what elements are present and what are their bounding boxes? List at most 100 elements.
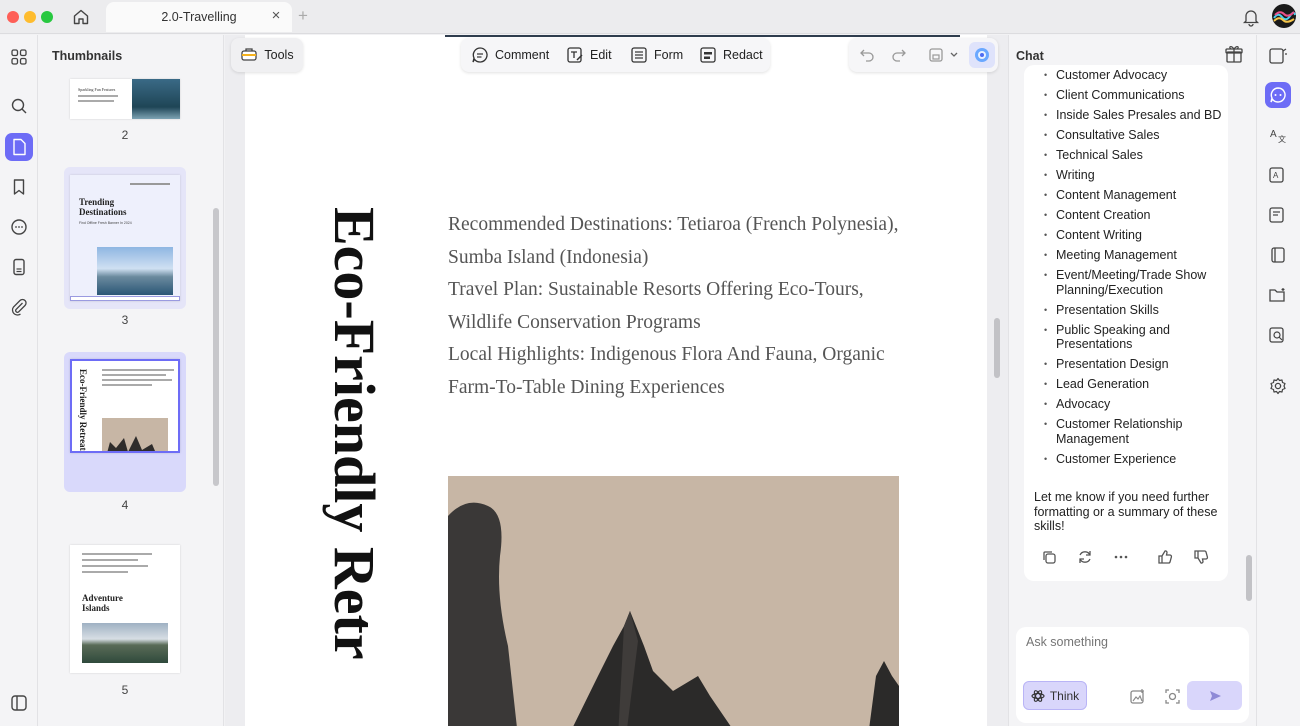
gift-icon[interactable] [1225, 44, 1243, 67]
thumbnail-page-bar [70, 296, 180, 301]
folder-icon[interactable] [1265, 282, 1291, 308]
page-body-text: Recommended Destinations: Tetiaroa (Fren… [448, 209, 918, 404]
ai-response-card: Customer Advocacy Client Communications In… [1024, 65, 1228, 581]
thumbnail-page-5[interactable]: Adventure Islands [70, 545, 180, 673]
screenshot-icon[interactable] [1163, 687, 1181, 705]
skill-list-item: Event/Meeting/Trade Show Planning/Execut… [1034, 268, 1228, 297]
body-line: Farm-To-Table Dining Experiences [448, 376, 725, 398]
skill-list-item: Meeting Management [1034, 248, 1228, 263]
grid-view-icon[interactable] [5, 43, 33, 71]
home-icon[interactable] [68, 5, 94, 29]
main-toolbar: Comment Edit Form Redact [461, 38, 770, 72]
form-icon [631, 47, 647, 63]
chat-panel: Chat Customer Advocacy Client Communicati… [1008, 35, 1256, 726]
ocr-icon[interactable]: A [1265, 162, 1291, 188]
panel-layout-icon[interactable] [5, 689, 33, 717]
chat-scrollbar[interactable] [1246, 555, 1252, 601]
ai-notes-icon[interactable] [1265, 43, 1291, 69]
history-toolbar [849, 38, 998, 72]
attachment-icon[interactable] [5, 293, 33, 321]
skill-list-item: Advocacy [1034, 397, 1228, 412]
tab-close-icon[interactable]: × [268, 8, 284, 24]
tab-title: 2.0-Travelling [161, 10, 237, 24]
tools-button[interactable]: Tools [231, 38, 303, 72]
edit-label: Edit [590, 48, 612, 62]
ai-assistant-icon[interactable] [969, 42, 995, 68]
skill-list-item: Customer Experience [1034, 452, 1228, 467]
maximize-window-button[interactable] [41, 11, 53, 23]
redact-button[interactable]: Redact [699, 38, 763, 72]
skill-list-item: Technical Sales [1034, 148, 1228, 163]
save-icon[interactable] [926, 45, 946, 65]
close-window-button[interactable] [7, 11, 19, 23]
toolbox-icon [240, 46, 258, 65]
page-photo [448, 476, 899, 726]
copy-icon[interactable] [1040, 548, 1058, 566]
form-button[interactable]: Form [630, 38, 683, 72]
document-viewer: Eco-Friendly Retr Recommended Destinatio… [225, 35, 1008, 726]
thumbnail-text-line [82, 553, 152, 555]
thumbnail-photo [102, 418, 168, 451]
thumbs-up-icon[interactable] [1156, 548, 1174, 566]
thumbs-down-icon[interactable] [1192, 548, 1210, 566]
think-label: Think [1049, 688, 1080, 703]
document-scrollbar[interactable] [994, 318, 1000, 378]
image-upload-icon[interactable] [1128, 687, 1146, 705]
right-rail: A文 A [1256, 35, 1300, 726]
skill-list-item: Public Speaking and Presentations [1034, 323, 1228, 352]
thumbnails-title: Thumbnails [52, 49, 123, 63]
summarize-icon[interactable] [1265, 202, 1291, 228]
thumbnail-text-line [82, 565, 148, 567]
body-line: Recommended Destinations: Tetiaroa (Fren… [448, 214, 899, 235]
redact-label: Redact [723, 48, 763, 62]
chevron-down-icon[interactable] [947, 45, 961, 65]
bell-icon[interactable] [1242, 7, 1260, 30]
thumbnails-icon[interactable] [5, 133, 33, 161]
thumbnail-photo [97, 247, 173, 295]
thumbnail-text-line [82, 571, 128, 573]
new-tab-button[interactable]: + [298, 6, 308, 26]
skill-list-item: Inside Sales Presales and BD [1034, 108, 1228, 123]
regenerate-icon[interactable] [1076, 548, 1094, 566]
comment-list-icon[interactable] [5, 213, 33, 241]
thumbnail-page-number: 4 [121, 498, 129, 512]
translate-icon[interactable]: A文 [1265, 122, 1291, 148]
book-icon[interactable] [1265, 242, 1291, 268]
think-button[interactable]: Think [1023, 681, 1087, 710]
thumbnails-scrollbar[interactable] [213, 208, 219, 486]
search-icon[interactable] [5, 92, 33, 120]
send-button[interactable] [1187, 681, 1242, 710]
redact-icon [700, 47, 716, 63]
thumbnail-heading: Adventure Islands [82, 593, 123, 613]
comment-button[interactable]: Comment [471, 38, 549, 72]
svg-text:文: 文 [1278, 134, 1286, 144]
thumbnail-page-3[interactable]: Trending Destinations Find Offline Fresh… [70, 175, 180, 301]
title-bar: 2.0-Travelling × + [0, 0, 1300, 34]
redo-icon[interactable] [889, 45, 909, 65]
thumbnail-heading: Trending Destinations [79, 197, 127, 217]
skill-list-item: Presentation Skills [1034, 303, 1228, 318]
thumbnail-page-number: 5 [121, 683, 129, 697]
pages-icon[interactable] [5, 253, 33, 281]
skill-list-item: Presentation Design [1034, 357, 1228, 372]
page-photo-strip [445, 35, 960, 37]
more-icon[interactable] [1112, 548, 1130, 566]
atom-icon [1031, 689, 1045, 702]
tab-document[interactable]: 2.0-Travelling × [106, 2, 292, 32]
undo-icon[interactable] [857, 45, 877, 65]
bookmark-icon[interactable] [5, 173, 33, 201]
ask-input[interactable] [1026, 635, 1236, 649]
ai-chat-icon[interactable] [1265, 82, 1291, 108]
settings-gear-icon[interactable] [1265, 373, 1291, 399]
edit-button[interactable]: Edit [566, 38, 612, 72]
thumbnail-page-2[interactable]: Sparkling Fun Features [70, 79, 180, 119]
search-document-icon[interactable] [1265, 322, 1291, 348]
thumbnail-text-line [102, 379, 172, 381]
minimize-window-button[interactable] [24, 11, 36, 23]
left-rail [0, 35, 38, 726]
thumbnail-text-line [78, 100, 114, 102]
thumbnail-vertical-title-box: Eco-Friendly Retreats [74, 369, 94, 451]
avatar[interactable] [1272, 4, 1296, 28]
skill-list-item: Consultative Sales [1034, 128, 1228, 143]
thumbnail-page-4[interactable]: Eco-Friendly Retreats [70, 359, 180, 453]
